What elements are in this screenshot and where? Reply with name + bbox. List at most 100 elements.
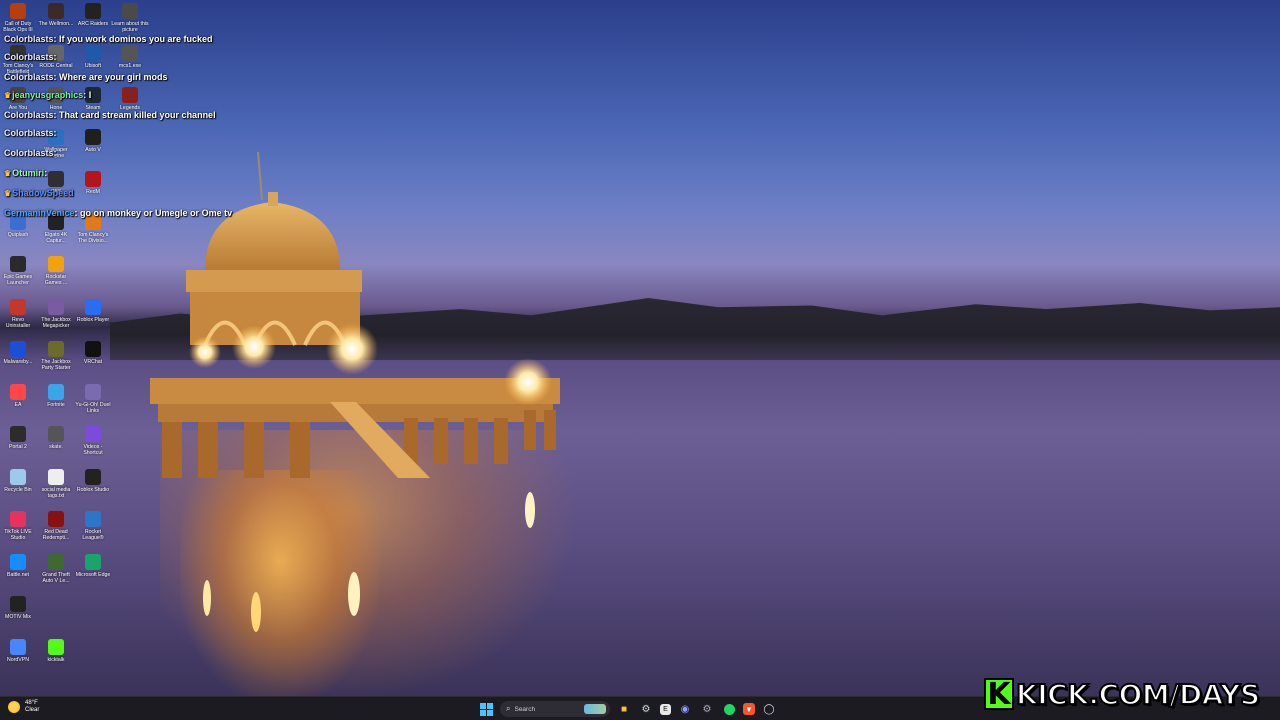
chat-separator: : xyxy=(53,52,57,62)
desktop-icon[interactable]: Malwareby... xyxy=(0,341,37,365)
sun-icon xyxy=(8,701,20,713)
kicktalk-icon xyxy=(48,639,64,655)
crown-badge-icon: ♛ xyxy=(4,189,12,198)
desktop-icon[interactable]: Grand Theft Auto V Le... xyxy=(37,554,75,584)
desktop-icon[interactable]: Rockstar Games ... xyxy=(37,256,75,286)
yugioh-icon xyxy=(85,384,101,400)
desktop-icon[interactable]: EA xyxy=(0,384,37,408)
desktop-icon[interactable]: TikTok LIVE Studio xyxy=(0,511,37,541)
chat-username: Colorblasts xyxy=(4,52,54,62)
kick-logo-icon: K xyxy=(984,677,1014,712)
recycle-bin-icon xyxy=(10,469,26,485)
motiv-icon xyxy=(10,596,26,612)
revo-icon xyxy=(10,299,26,315)
desktop-icon[interactable]: Elgato 4K Captur... xyxy=(37,214,75,244)
desktop-icon[interactable]: Yu-Gi-Oh! Duel Links xyxy=(74,384,112,414)
desktop-icon[interactable]: Learn about this picture xyxy=(111,3,149,33)
rockstar-icon xyxy=(48,256,64,272)
desktop-icon[interactable]: skate. xyxy=(37,426,75,450)
chat-message: Colorblasts: xyxy=(4,148,57,158)
desktop-icon[interactable]: Red Dead Redempti... xyxy=(37,511,75,541)
weather-temperature: 48°F xyxy=(25,700,38,706)
desktop-icon[interactable]: RedM xyxy=(74,171,112,195)
desktop-icon[interactable]: Epic Games Launcher xyxy=(0,256,37,286)
battlenet-icon xyxy=(10,554,26,570)
desktop-icon[interactable]: The Wellmon... xyxy=(37,3,75,27)
wellmon-icon xyxy=(48,3,64,19)
desktop-icon[interactable]: NordVPN xyxy=(0,639,37,663)
desktop-icon[interactable]: The Jackbox Megapicker xyxy=(37,299,75,329)
chat-username: Colorblasts xyxy=(4,72,54,82)
desktop-icon[interactable]: Videos - Shortcut xyxy=(74,426,112,456)
desktop-icon[interactable]: mcs1.exe xyxy=(111,45,149,69)
desktop-icon-label: Epic Games Launcher xyxy=(3,274,33,286)
obs-taskbar-icon[interactable]: ◯ xyxy=(761,701,777,717)
desktop-icon[interactable]: Ubisoft xyxy=(74,45,112,69)
desktop-icon[interactable]: ARC Raiders xyxy=(74,3,112,27)
desktop-icon-label: Quiplash xyxy=(7,232,29,238)
desktop-icon[interactable]: social media tags.txt xyxy=(37,469,75,499)
desktop-icon[interactable]: Legends xyxy=(111,87,149,111)
desktop-icon[interactable]: MOTIV Mix xyxy=(0,596,37,620)
desktop-icon[interactable]: Call of Duty Black Ops III xyxy=(0,3,37,33)
desktop-icon-label: Recycle Bin xyxy=(4,487,32,493)
chat-username: Colorblasts xyxy=(4,148,54,158)
desktop-icon[interactable]: Battle.net xyxy=(0,554,37,578)
taskbar-search-box[interactable]: ⌕ Search xyxy=(500,701,610,717)
epic-games-icon xyxy=(10,256,26,272)
text-file-icon xyxy=(48,469,64,485)
desktop-icon[interactable]: Recycle Bin xyxy=(0,469,37,493)
settings-taskbar-icon[interactable]: ⚙ xyxy=(699,701,715,717)
desktop-icon[interactable]: Portal 2 xyxy=(0,426,37,450)
desktop-icon[interactable]: Auto V xyxy=(74,129,112,153)
desktop-icon[interactable]: Microsoft Edge xyxy=(74,554,112,578)
jackbox-party-icon xyxy=(48,341,64,357)
chat-username: Colorblasts xyxy=(4,128,54,138)
desktop-icon[interactable]: Rocket League® xyxy=(74,511,112,541)
brave-taskbar-icon[interactable]: ▼ xyxy=(743,703,755,715)
desktop-icon-label: The Jackbox Megapicker xyxy=(41,317,71,329)
legends-icon xyxy=(122,87,138,103)
desktop-icon[interactable]: Roblox Player xyxy=(74,299,112,323)
videos-icon xyxy=(85,426,101,442)
discord-taskbar-icon[interactable]: ◉ xyxy=(677,701,693,717)
desktop-icon[interactable]: VRChat xyxy=(74,341,112,365)
desktop-icon[interactable]: Revo Uninstaller xyxy=(0,299,37,329)
desktop-icon[interactable]: Roblox Studio xyxy=(74,469,112,493)
search-placeholder: Search xyxy=(514,705,536,713)
chat-username: Colorblasts xyxy=(4,110,54,120)
weather-widget[interactable]: 48°F Clear xyxy=(8,700,39,714)
wallpaper-temple xyxy=(150,151,560,632)
desktop-icon[interactable]: Fortnite xyxy=(37,384,75,408)
chat-text: I xyxy=(88,90,92,100)
call-of-duty-icon xyxy=(10,3,26,19)
chat-username: GermaninVenice xyxy=(4,208,75,218)
desktop-icon-label: ARC Raiders xyxy=(77,21,109,27)
roblox-icon xyxy=(85,299,101,315)
epic-taskbar-icon[interactable]: E xyxy=(660,703,671,715)
kick-channel-overlay: K KICK.COM/DAYS xyxy=(984,676,1261,712)
portal-icon xyxy=(10,426,26,442)
desktop-icon-label: mcs1.exe xyxy=(118,63,142,69)
spotify-taskbar-icon[interactable] xyxy=(721,701,737,717)
file-explorer-icon[interactable]: ■ xyxy=(616,701,632,717)
desktop-icon-label: Battle.net xyxy=(7,572,29,578)
chat-username: Colorblasts xyxy=(4,34,54,44)
chat-separator: : xyxy=(53,128,57,138)
desktop-icon-label: The Jackbox Party Starter xyxy=(41,359,71,371)
taskbar-apps: ⌕ Search ■ ⚙ E ◉ ⚙ ▼ ◯ xyxy=(478,700,777,718)
desktop-icon[interactable]: Tom Clancy's The Divisio... xyxy=(74,214,112,244)
desktop-icon-label: Rockstar Games ... xyxy=(44,274,68,286)
desktop-icon-label: RODE Central xyxy=(39,63,73,69)
desktop-icon[interactable]: kicktalk xyxy=(37,639,75,663)
desktop-icon-label: social media tags.txt xyxy=(41,487,71,499)
desktop-icon-label: Ubisoft xyxy=(84,63,102,69)
desktop-icon-label: Fortnite xyxy=(47,402,65,408)
chat-separator: : xyxy=(44,168,48,178)
desktop-icon[interactable]: The Jackbox Party Starter xyxy=(37,341,75,371)
steam-taskbar-icon[interactable]: ⚙ xyxy=(638,701,654,717)
camera-icon xyxy=(122,3,138,19)
desktop-icon-label: skate. xyxy=(49,444,63,450)
start-button[interactable] xyxy=(478,701,494,717)
desktop-icon-label: Learn about this picture xyxy=(111,21,149,33)
